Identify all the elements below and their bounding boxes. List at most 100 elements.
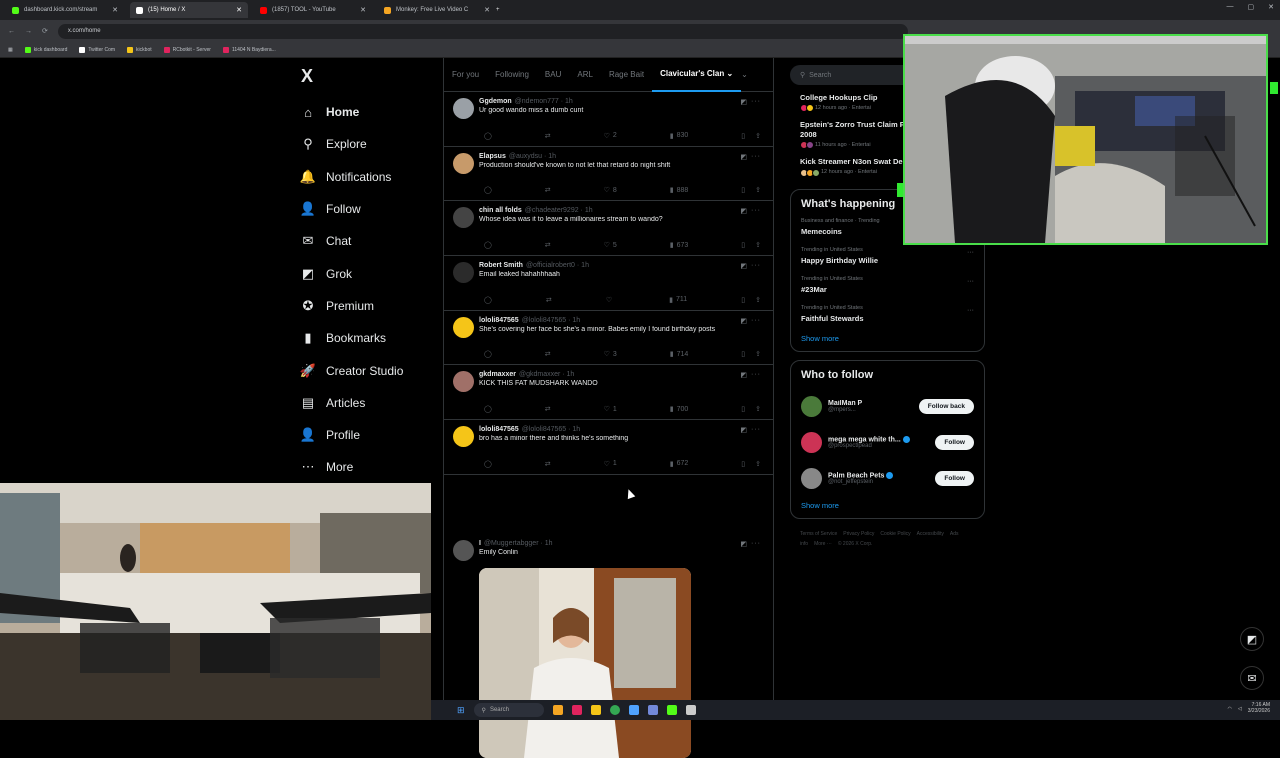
nav-item-explore[interactable]: ⚲ Explore — [300, 128, 440, 160]
tweet[interactable]: Robert Smith @officialrobert0 · 1h Email l… — [444, 256, 773, 311]
app-icon[interactable] — [666, 705, 677, 715]
views-button[interactable]: ▮ 700 — [670, 405, 689, 414]
trend-item[interactable]: Trending in United States Happy Birthday … — [801, 247, 974, 265]
follow-name-text[interactable]: mega mega white th... — [828, 436, 901, 443]
grok-icon[interactable]: ◩ — [740, 540, 747, 548]
bookmark-item[interactable]: kickbot — [127, 46, 152, 53]
share-icon[interactable]: ⇪ — [755, 350, 761, 358]
retweet-icon[interactable]: ⇄ — [545, 241, 551, 249]
avatar[interactable] — [453, 262, 474, 284]
app-icon[interactable] — [552, 705, 563, 715]
like-button[interactable]: ♡ 8 — [604, 186, 617, 195]
clock-date[interactable]: 3/23/2026 — [1248, 708, 1270, 715]
views-button[interactable]: ▮ 714 — [670, 350, 689, 359]
media-tweet[interactable]: I @Muggertabgger · 1h Emily Conlin ◩ ··· — [444, 534, 773, 758]
follow-button[interactable]: Follow — [935, 471, 974, 486]
like-button[interactable]: ♡ 3 — [604, 350, 617, 359]
avatar[interactable] — [453, 207, 474, 229]
tweet-author[interactable]: Elapsus @auxydsu · 1h — [479, 153, 763, 160]
grok-icon[interactable]: ◩ — [740, 262, 747, 270]
bookmark-icon[interactable]: ▯ — [741, 296, 745, 304]
retweet-icon[interactable]: ⇄ — [545, 186, 551, 194]
tweet[interactable]: gkdmaxxer @gkdmaxxer · 1h KICK THIS FAT MU… — [444, 365, 773, 421]
trend-name[interactable]: Faithful Stewards — [801, 314, 974, 323]
follow-suggestion[interactable]: mega mega white th... @prospectlpead Follo… — [801, 425, 974, 461]
close-tab-icon[interactable]: ✕ — [484, 6, 490, 14]
maximize-icon[interactable]: ▢ — [1248, 3, 1255, 11]
forward-icon[interactable]: → — [25, 28, 32, 35]
more-icon[interactable]: ··· — [751, 98, 761, 105]
share-icon[interactable]: ⇪ — [755, 296, 761, 304]
window-controls[interactable]: — ▢ ✕ — [1227, 3, 1275, 11]
more-icon[interactable]: ··· — [751, 540, 761, 547]
nav-item-premium[interactable]: ✪ Premium — [300, 290, 440, 322]
avatar[interactable] — [453, 152, 474, 174]
trend-name[interactable]: #23Mar — [801, 285, 974, 294]
tweet-handle[interactable]: @Muggertabgger · 1h — [484, 540, 553, 547]
grok-icon[interactable]: ◩ — [740, 426, 747, 434]
tweet[interactable]: Elapsus @auxydsu · 1h Production should've… — [444, 147, 773, 202]
app-icon[interactable] — [685, 705, 696, 715]
nav-item-articles[interactable]: ▤ Articles — [300, 387, 440, 419]
trend-item[interactable]: Trending in United States #23Mar ··· — [801, 276, 974, 294]
system-tray[interactable]: ◠ ◁ 7:16 AM 3/23/2026 — [1228, 702, 1270, 715]
tweet-name[interactable]: lololi847565 — [479, 317, 519, 324]
close-icon[interactable]: ✕ — [1268, 3, 1274, 11]
like-button[interactable]: ♡ — [606, 296, 615, 304]
like-button[interactable]: ♡ 5 — [604, 241, 617, 250]
reply-icon[interactable]: ◯ — [484, 132, 492, 140]
more-icon[interactable]: ··· — [751, 426, 761, 433]
tweet-handle[interactable]: @officialrobert0 · 1h — [526, 262, 589, 269]
tweet-author[interactable]: I @Muggertabgger · 1h — [479, 540, 763, 547]
bookmark-icon[interactable]: ▯ — [741, 460, 745, 468]
chevron-down-icon[interactable]: ⌄ — [741, 70, 748, 79]
bookmark-icon[interactable]: ▯ — [741, 241, 745, 249]
tweet-name[interactable]: Robert Smith — [479, 262, 523, 269]
tweet-handle[interactable]: @lololi847565 · 1h — [522, 317, 580, 324]
retweet-icon[interactable]: ⇄ — [545, 460, 551, 468]
like-button[interactable]: ♡ 2 — [604, 132, 617, 140]
more-icon[interactable]: ··· — [751, 371, 761, 378]
feed-tab[interactable]: ARL — [569, 58, 601, 92]
avatar[interactable] — [453, 316, 474, 338]
messages-fab-icon[interactable]: ✉ — [1240, 666, 1264, 690]
tweet-author[interactable]: Robert Smith @officialrobert0 · 1h — [479, 262, 763, 269]
tweet-name[interactable]: gkdmaxxer — [479, 371, 516, 378]
tweet-name[interactable]: chin all folds — [479, 207, 522, 214]
tweet[interactable]: lololi847565 @lololi847565 · 1h bro has a … — [444, 420, 773, 475]
tweet-name[interactable]: Ggdemon — [479, 98, 512, 105]
views-button[interactable]: ▮ 711 — [669, 296, 687, 304]
tweet[interactable]: lololi847565 @lololi847565 · 1h She's cove… — [444, 311, 773, 366]
windows-start-icon[interactable]: ⊞ — [457, 705, 465, 716]
tweet-photo[interactable] — [479, 568, 691, 758]
reload-icon[interactable]: ⟳ — [42, 27, 48, 35]
footer-link[interactable]: More ··· — [814, 541, 832, 547]
grok-fab-icon[interactable]: ◩ — [1240, 627, 1264, 651]
bookmark-item[interactable]: kick dashboard — [24, 46, 67, 53]
grok-icon[interactable]: ◩ — [740, 153, 747, 161]
reply-icon[interactable]: ◯ — [484, 241, 492, 249]
grok-icon[interactable]: ◩ — [740, 371, 747, 379]
bookmark-icon[interactable]: ▯ — [741, 186, 745, 194]
grok-icon[interactable]: ◩ — [740, 207, 747, 215]
follow-name[interactable]: Palm Beach Pets — [828, 471, 894, 479]
tweet-author[interactable]: lololi847565 @lololi847565 · 1h — [479, 317, 763, 324]
nav-item-profile[interactable]: 👤 Profile — [300, 419, 440, 451]
follow-suggestion[interactable]: Palm Beach Pets @not_jeffepstein Follow — [801, 461, 974, 497]
chrome-icon[interactable] — [609, 705, 620, 715]
views-button[interactable]: ▮ 830 — [670, 132, 689, 140]
close-tab-icon[interactable]: ✕ — [112, 6, 118, 14]
avatar[interactable] — [453, 98, 474, 119]
nav-item-bookmarks[interactable]: ▮ Bookmarks — [300, 322, 440, 354]
nav-item-grok[interactable]: ◩ Grok — [300, 257, 440, 289]
x-logo[interactable]: X — [301, 66, 313, 87]
url-input[interactable]: x.com/home — [57, 23, 908, 39]
tweet[interactable]: chin all folds @chadeater9292 · 1h Whose i… — [444, 201, 773, 257]
tweet-name[interactable]: lololi847565 — [479, 426, 519, 433]
trend-item[interactable]: Trending in United States Faithful Stewar… — [801, 305, 974, 323]
retweet-icon[interactable]: ⇄ — [545, 350, 551, 358]
follow-name[interactable]: mega mega white th... — [828, 435, 910, 443]
app-icon[interactable] — [647, 705, 658, 715]
trend-name[interactable]: Happy Birthday Willie — [801, 256, 974, 265]
follow-button[interactable]: Follow — [935, 435, 974, 450]
